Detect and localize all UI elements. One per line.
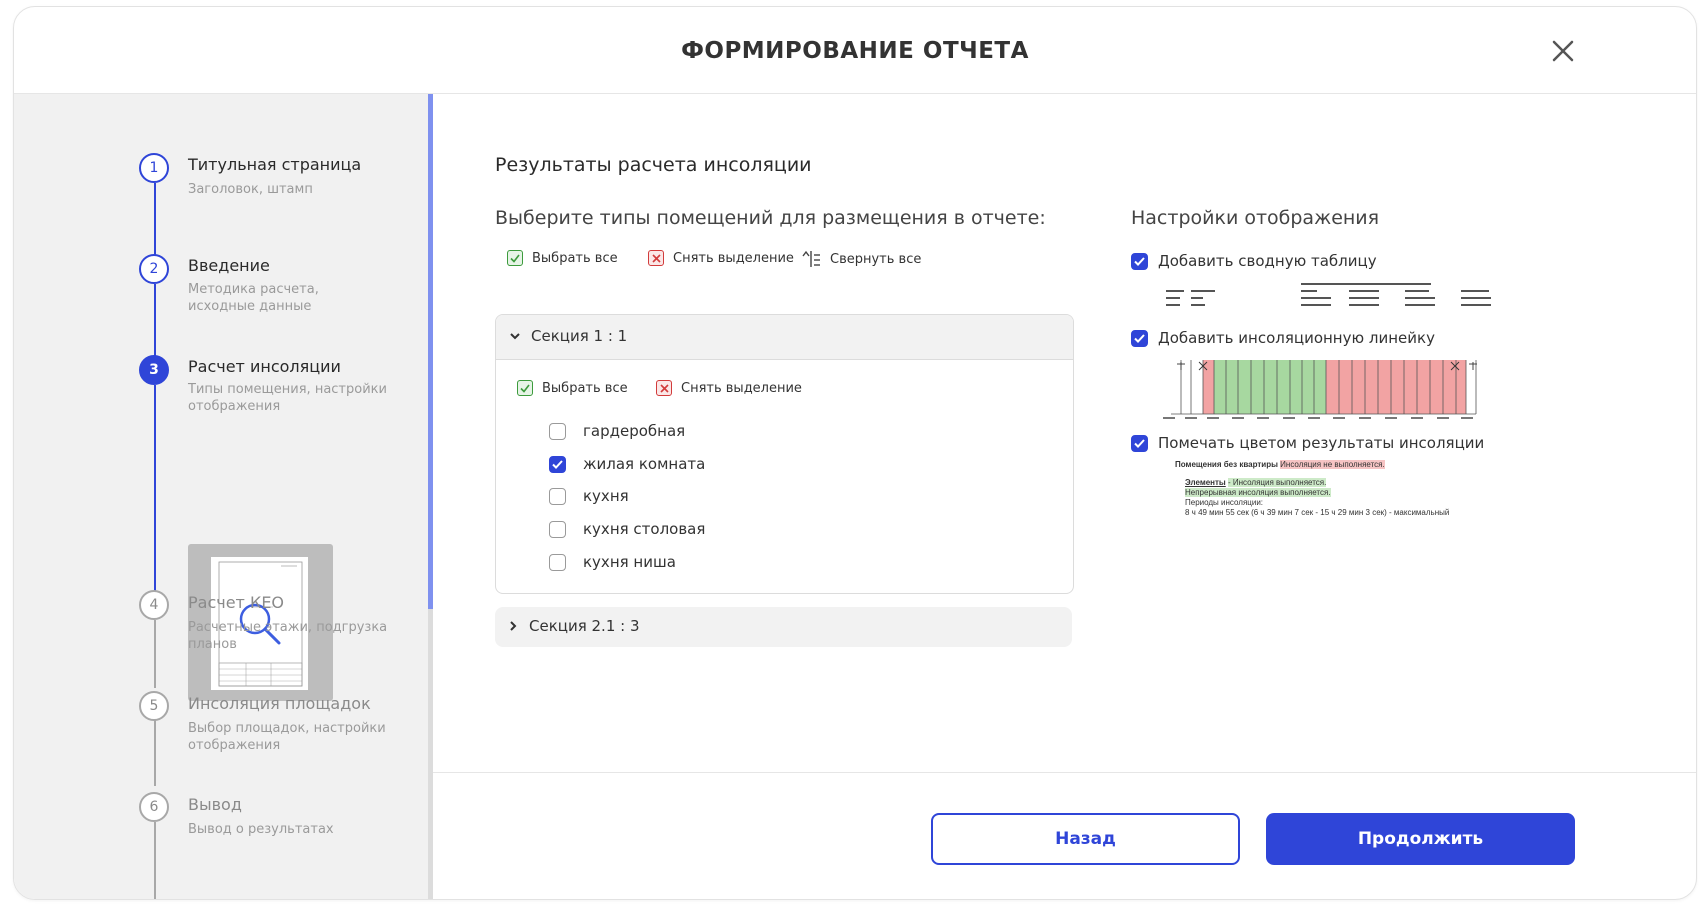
room-type-label: жилая комната (583, 455, 706, 473)
cross-icon (656, 380, 672, 396)
section-label: Секция 1 : 1 (531, 327, 628, 345)
step-number[interactable]: 6 (139, 792, 169, 822)
option-label: Добавить инсоляционную линейку (1158, 329, 1435, 347)
group-title: Помещения без квартиры (1175, 460, 1278, 469)
option-label: Добавить сводную таблицу (1158, 252, 1377, 270)
step-title[interactable]: Введение (188, 256, 270, 275)
checkbox[interactable] (549, 487, 566, 505)
room-type-item[interactable]: гардеробная (549, 422, 685, 440)
close-icon (1552, 40, 1574, 62)
collapse-all-button[interactable]: Свернуть все (802, 250, 921, 268)
check-icon (507, 250, 523, 266)
checkbox-checked[interactable] (549, 455, 566, 473)
step-number[interactable]: 5 (139, 691, 169, 721)
checkbox[interactable] (549, 422, 566, 440)
checkbox[interactable] (549, 553, 566, 571)
settings-heading: Настройки отображения (1131, 207, 1380, 229)
step-number-active[interactable]: 3 (139, 355, 169, 385)
step-connector (154, 620, 156, 688)
wizard-stepper: 1 Титульная страница Заголовок, штамп 2 … (14, 94, 433, 899)
room-type-label: гардеробная (583, 422, 686, 440)
report-wizard-modal: ФОРМИРОВАНИЕ ОТЧЕТА 1 Титульная страница… (13, 6, 1697, 900)
insolation-ruler-preview (1163, 360, 1477, 419)
step-title[interactable]: Вывод (188, 795, 242, 814)
step-title[interactable]: Расчет инсоляции (188, 357, 341, 376)
step-title[interactable]: Титульная страница (188, 155, 361, 174)
elements-label: Элементы (1185, 478, 1226, 487)
elements-status: - Инсоляция выполняется. (1228, 478, 1327, 487)
main-content: Результаты расчета инсоляции Выберите ти… (433, 94, 1696, 899)
section-label: Секция 2.1 : 3 (529, 617, 640, 635)
check-icon (1134, 256, 1145, 266)
insolation-ruler-option[interactable]: Добавить инсоляционную линейку (1131, 329, 1435, 347)
step-title[interactable]: Расчет КЕО (188, 593, 284, 612)
deselect-button[interactable]: Снять выделение (648, 250, 794, 266)
room-type-label: кухня столовая (583, 520, 706, 538)
select-all-button[interactable]: Выбрать все (507, 250, 618, 266)
chevron-down-icon (510, 333, 520, 340)
deselect-label: Снять выделение (673, 250, 794, 266)
check-icon (1134, 438, 1145, 448)
section-header-collapsed[interactable]: Секция 2.1 : 3 (495, 607, 1072, 647)
section-select-all-label: Выбрать все (542, 380, 628, 396)
color-results-option[interactable]: Помечать цветом результаты инсоляции (1131, 434, 1484, 452)
check-icon (1134, 333, 1145, 343)
collapse-icon (802, 250, 820, 267)
check-icon (552, 459, 563, 469)
modal-header: ФОРМИРОВАНИЕ ОТЧЕТА (14, 7, 1696, 94)
room-type-label: кухня ниша (583, 553, 676, 571)
periods-value: 8 ч 49 мин 55 сек (6 ч 39 мин 7 сек - 15… (1185, 508, 1450, 517)
collapse-all-label: Свернуть все (830, 251, 922, 267)
step-connector (154, 718, 156, 786)
checkbox-checked[interactable] (1131, 252, 1148, 270)
rooms-heading: Выберите типы помещений для размещения в… (495, 207, 1046, 229)
page-title: Результаты расчета инсоляции (495, 154, 812, 176)
section-select-all-button[interactable]: Выбрать все (517, 380, 628, 396)
room-type-item[interactable]: кухня (549, 487, 629, 505)
step-subtitle: Заголовок, штамп (188, 182, 313, 197)
color-results-preview: Помещения без квартиры Инсоляция не выпо… (1175, 460, 1575, 518)
room-type-item[interactable]: жилая комната (549, 455, 705, 473)
step-subtitle: Вывод о результатах (188, 822, 334, 837)
modal-footer: Назад Продолжить (433, 772, 1696, 899)
step-number[interactable]: 2 (139, 254, 169, 284)
section-deselect-button[interactable]: Снять выделение (656, 380, 802, 396)
step-subtitle: Методика расчета, исходные данные (188, 282, 319, 314)
step-subtitle: Типы помещения, настройки отображения (188, 382, 387, 414)
step-subtitle: Выбор площадок, настройки отображения (188, 721, 386, 753)
step-subtitle: Расчетные этажи, подгрузка планов (188, 620, 388, 652)
checkbox-checked[interactable] (1131, 329, 1148, 347)
room-type-item[interactable]: кухня ниша (549, 553, 676, 571)
step-number[interactable]: 4 (139, 590, 169, 620)
modal-title: ФОРМИРОВАНИЕ ОТЧЕТА (681, 38, 1029, 64)
summary-table-preview (1166, 283, 1491, 306)
continue-button[interactable]: Продолжить (1266, 813, 1575, 865)
checkbox-checked[interactable] (1131, 434, 1148, 452)
room-type-item[interactable]: кухня столовая (549, 520, 705, 538)
step-title[interactable]: Инсоляция площадок (188, 694, 371, 713)
chevron-right-icon (510, 621, 517, 631)
checkbox[interactable] (549, 520, 566, 538)
periods-label: Периоды инсоляции: (1185, 498, 1264, 507)
group-status: Инсоляция не выполняется. (1280, 460, 1385, 469)
step-connector (154, 822, 156, 899)
step-connector (154, 385, 156, 597)
summary-table-option[interactable]: Добавить сводную таблицу (1131, 252, 1377, 270)
room-type-label: кухня (583, 487, 629, 505)
step-number[interactable]: 1 (139, 153, 169, 183)
section-deselect-label: Снять выделение (681, 380, 802, 396)
back-button[interactable]: Назад (931, 813, 1240, 865)
check-icon (517, 380, 533, 396)
section-header[interactable]: Секция 1 : 1 (496, 315, 1073, 360)
option-label: Помечать цветом результаты инсоляции (1158, 434, 1485, 452)
select-all-label: Выбрать все (532, 250, 618, 266)
close-button[interactable] (1546, 34, 1580, 68)
section-panel: Секция 1 : 1 Выбрать все Снять выделение… (495, 314, 1074, 594)
cross-icon (648, 250, 664, 266)
continuous-status: Непрерывная инсоляция выполняется. (1185, 488, 1331, 497)
